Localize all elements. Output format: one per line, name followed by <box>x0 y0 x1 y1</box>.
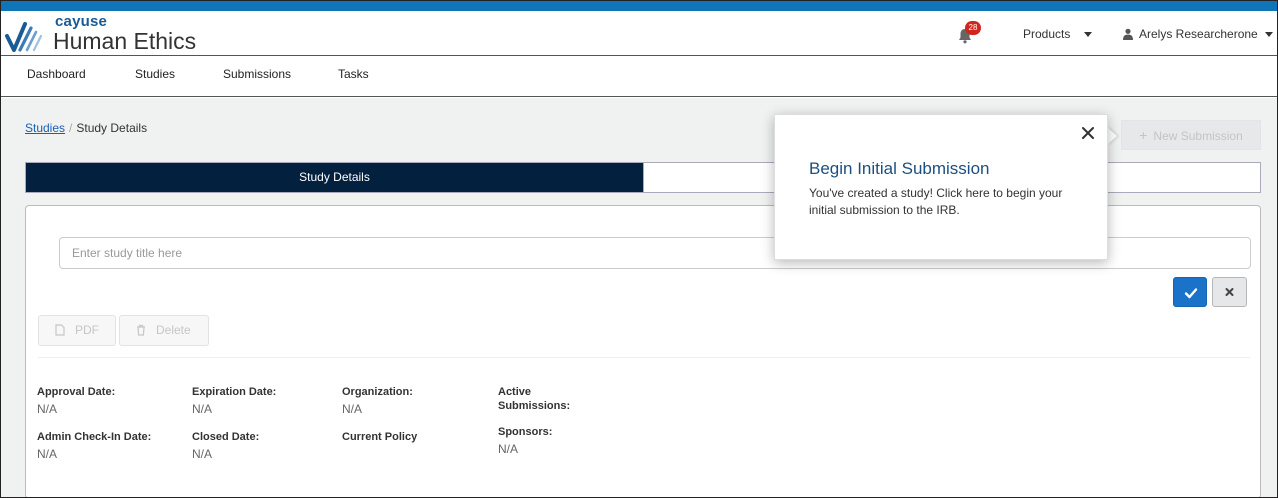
sponsors-label: Sponsors: <box>498 426 553 438</box>
active-submissions-label-line2: Submissions: <box>498 400 571 412</box>
delete-button-label: Delete <box>156 323 191 337</box>
current-policy-label: Current Policy <box>342 431 418 443</box>
trash-icon <box>137 324 145 336</box>
user-menu[interactable]: Arelys Researcherone <box>1139 27 1258 41</box>
header: cayuse Human Ethics 28 Products Arelys R… <box>1 11 1277 56</box>
closed-date-label: Closed Date: <box>192 431 260 443</box>
expiration-date-value: N/A <box>192 402 213 416</box>
pdf-button[interactable]: PDF <box>38 315 116 346</box>
close-icon[interactable] <box>1080 125 1096 141</box>
user-icon <box>1123 28 1133 40</box>
organization-value: N/A <box>342 402 363 416</box>
chevron-down-icon[interactable] <box>1084 32 1092 37</box>
admin-checkin-date-value: N/A <box>37 447 58 461</box>
popover-body: You've created a study! Click here to be… <box>809 186 1063 217</box>
tab-study-details[interactable]: Study Details <box>26 163 643 192</box>
file-pdf-icon <box>55 324 65 336</box>
main-nav: Dashboard Studies Submissions Tasks <box>1 57 1277 97</box>
nav-submissions[interactable]: Submissions <box>223 67 291 81</box>
products-menu[interactable]: Products <box>1023 27 1070 41</box>
cayuse-logo-icon <box>5 22 43 52</box>
nav-tasks[interactable]: Tasks <box>338 67 369 81</box>
expiration-date-label: Expiration Date: <box>192 386 277 398</box>
close-icon <box>1225 288 1234 296</box>
cancel-button[interactable] <box>1212 277 1247 307</box>
nav-studies[interactable]: Studies <box>135 67 175 81</box>
breadcrumb-current: Study Details <box>76 121 148 135</box>
confirm-button[interactable] <box>1173 277 1207 307</box>
popover-arrow <box>1107 127 1117 145</box>
delete-button[interactable]: Delete <box>119 315 209 346</box>
sponsors-value: N/A <box>498 442 519 456</box>
section-divider <box>38 357 1250 358</box>
app-window: cayuse Human Ethics 28 Products Arelys R… <box>0 0 1278 498</box>
breadcrumb-separator: / <box>69 121 73 135</box>
top-accent-bar <box>1 1 1277 11</box>
begin-submission-popover[interactable]: Begin Initial Submission You've created … <box>774 114 1108 260</box>
notification-count-badge: 28 <box>965 21 981 35</box>
active-submissions-label-line1: Active <box>498 386 532 398</box>
chevron-down-icon[interactable] <box>1265 32 1273 37</box>
breadcrumb-link-studies[interactable]: Studies <box>25 121 65 135</box>
closed-date-value: N/A <box>192 447 213 461</box>
breadcrumb: Studies / Study Details <box>25 121 147 135</box>
new-submission-button[interactable]: + New Submission <box>1121 120 1261 150</box>
admin-checkin-date-label: Admin Check-In Date: <box>37 431 152 443</box>
approval-date-value: N/A <box>37 402 58 416</box>
popover-title: Begin Initial Submission <box>809 159 990 178</box>
approval-date-label: Approval Date: <box>37 386 116 398</box>
organization-label: Organization: <box>342 386 413 398</box>
new-submission-label: New Submission <box>1153 129 1243 143</box>
pdf-button-label: PDF <box>75 323 99 337</box>
check-icon <box>1184 288 1198 299</box>
nav-dashboard[interactable]: Dashboard <box>27 67 86 81</box>
brand-product: Human Ethics <box>53 28 197 54</box>
plus-icon: + <box>1139 127 1148 143</box>
brand-logo[interactable]: cayuse Human Ethics <box>5 13 205 55</box>
